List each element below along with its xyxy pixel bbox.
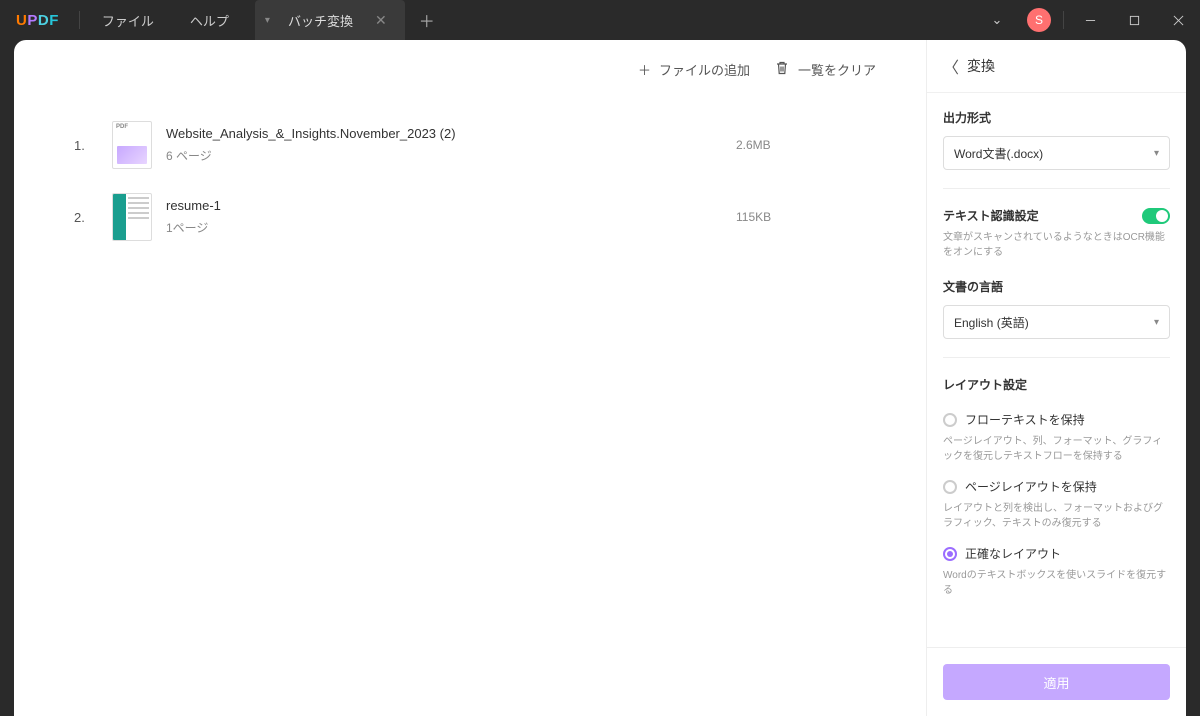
sidebar-header: 〈 変換 (927, 40, 1186, 93)
add-files-label: ファイルの追加 (659, 60, 750, 79)
add-tab-button[interactable]: ＋ (405, 8, 449, 32)
language-label: 文書の言語 (943, 278, 1170, 295)
back-icon[interactable]: 〈 (943, 54, 959, 78)
add-files-button[interactable]: ＋ ファイルの追加 (638, 60, 750, 79)
file-row[interactable]: 2. resume-1 1ページ 115KB (74, 181, 886, 253)
layout-radio-label: ページレイアウトを保持 (965, 478, 1097, 495)
output-format-value: Word文書(.docx) (954, 145, 1043, 162)
apply-button[interactable]: 適用 (943, 664, 1170, 700)
chevron-down-icon: ▾ (1154, 148, 1159, 159)
settings-sidebar: 〈 変換 出力形式 Word文書(.docx) ▾ テキスト認識設定 文章がスキ… (926, 40, 1186, 716)
user-avatar[interactable]: S (1027, 8, 1051, 32)
window-maximize-button[interactable] (1112, 0, 1156, 40)
clear-list-button[interactable]: 一覧をクリア (774, 60, 876, 79)
file-name: Website_Analysis_&_Insights.November_202… (166, 126, 736, 141)
chevron-down-icon[interactable]: ▾ (265, 15, 284, 26)
output-format-select[interactable]: Word文書(.docx) ▾ (943, 136, 1170, 170)
ocr-description: 文章がスキャンされているようなときはOCR機能をオンにする (943, 230, 1170, 260)
close-icon[interactable]: ✕ (371, 12, 391, 29)
tab-title: バッチ変換 (284, 11, 371, 30)
sidebar-title: 変換 (967, 56, 995, 76)
trash-icon (774, 60, 790, 79)
file-size: 115KB (736, 210, 886, 224)
file-pages: 1ページ (166, 219, 736, 236)
file-index: 2. (74, 210, 98, 225)
layout-radio-desc: ページレイアウト、列、フォーマット、グラフィックを復元しテキストフローを保持する (943, 434, 1170, 464)
divider (943, 357, 1170, 358)
workspace: ＋ ファイルの追加 一覧をクリア 1. PDF Website_Analysis… (14, 40, 1186, 716)
main-panel: ＋ ファイルの追加 一覧をクリア 1. PDF Website_Analysis… (14, 40, 926, 716)
file-thumbnail: PDF (112, 121, 152, 169)
output-format-label: 出力形式 (943, 109, 1170, 126)
language-select[interactable]: English (英語) ▾ (943, 305, 1170, 339)
file-index: 1. (74, 138, 98, 153)
ocr-label: テキスト認識設定 (943, 207, 1039, 224)
layout-radio-desc: Wordのテキストボックスを使いスライドを復元する (943, 568, 1170, 598)
layout-radio-exact[interactable] (943, 547, 957, 561)
window-close-button[interactable] (1156, 0, 1200, 40)
tab-batch-convert[interactable]: ▾ バッチ変換 ✕ (255, 0, 405, 40)
file-pages: 6 ページ (166, 147, 736, 164)
plus-icon: ＋ (638, 60, 651, 79)
layout-radio-flow[interactable] (943, 413, 957, 427)
file-thumbnail (112, 193, 152, 241)
chevron-down-icon[interactable]: ⌄ (975, 0, 1019, 40)
divider (1063, 11, 1064, 29)
clear-list-label: 一覧をクリア (798, 60, 876, 79)
titlebar: UPDF ファイル ヘルプ ▾ バッチ変換 ✕ ＋ ⌄ S (0, 0, 1200, 40)
divider (79, 11, 80, 29)
layout-radio-label: 正確なレイアウト (965, 545, 1061, 562)
ocr-toggle[interactable] (1142, 208, 1170, 224)
menu-help[interactable]: ヘルプ (172, 11, 247, 30)
menu-file[interactable]: ファイル (84, 11, 172, 30)
layout-radio-page[interactable] (943, 480, 957, 494)
chevron-down-icon: ▾ (1154, 317, 1159, 328)
layout-radio-label: フローテキストを保持 (965, 411, 1085, 428)
layout-radio-desc: レイアウトと列を検出し、フォーマットおよびグラフィック、テキストのみ復元する (943, 501, 1170, 531)
app-logo: UPDF (0, 12, 75, 29)
file-row[interactable]: 1. PDF Website_Analysis_&_Insights.Novem… (74, 109, 886, 181)
layout-settings-label: レイアウト設定 (943, 376, 1170, 393)
file-name: resume-1 (166, 198, 736, 213)
layout-radio-group: フローテキストを保持 ページレイアウト、列、フォーマット、グラフィックを復元しテ… (943, 411, 1170, 598)
file-toolbar: ＋ ファイルの追加 一覧をクリア (74, 60, 886, 79)
window-minimize-button[interactable] (1068, 0, 1112, 40)
file-size: 2.6MB (736, 138, 886, 152)
language-value: English (英語) (954, 314, 1029, 331)
divider (943, 188, 1170, 189)
